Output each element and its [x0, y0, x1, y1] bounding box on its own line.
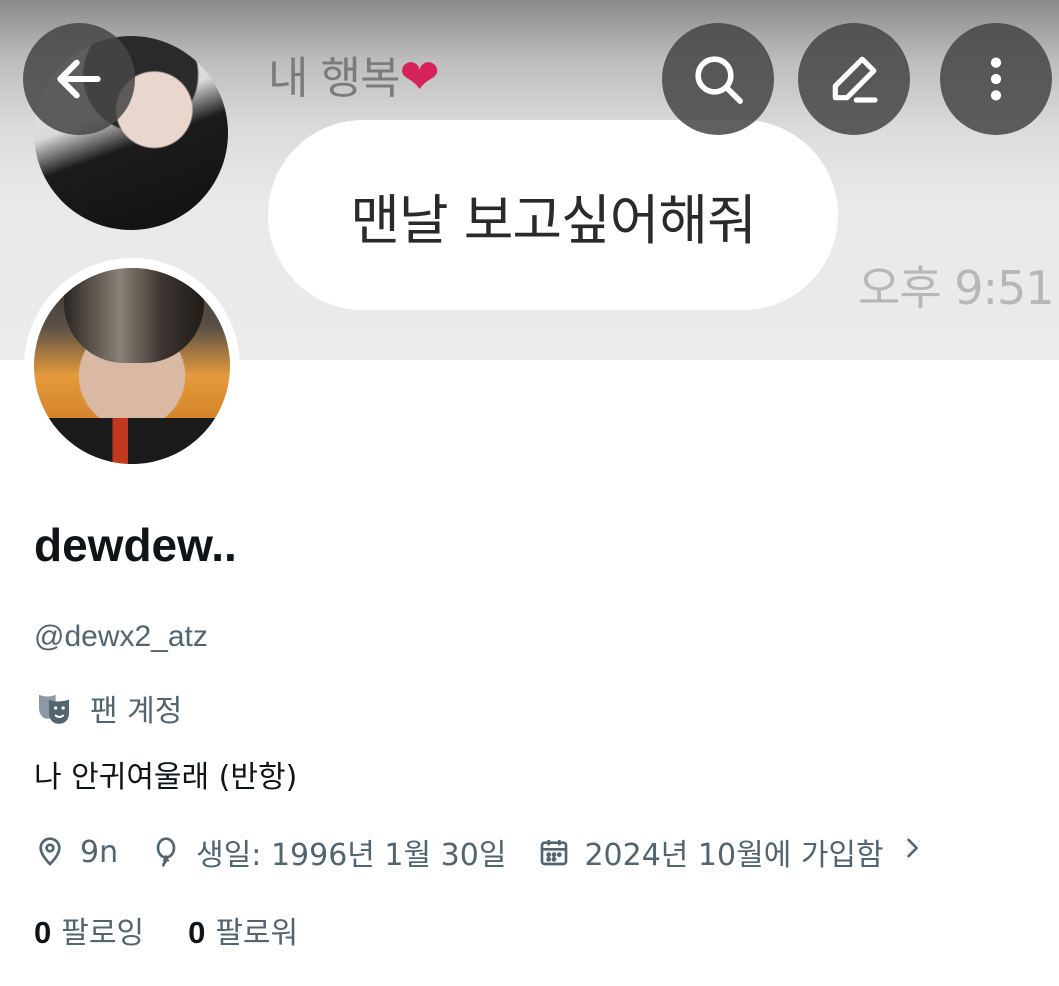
edit-button[interactable] — [798, 23, 910, 135]
arrow-left-icon — [57, 59, 101, 99]
following-count: 0 — [34, 915, 52, 950]
account-type-text: 팬 계정 — [90, 694, 183, 729]
bio: 나 안귀여울래 (반항) — [34, 760, 298, 795]
banner-chat-bubble: 맨날 보고싶어해줘 — [268, 120, 838, 310]
profile-avatar-ring[interactable] — [24, 258, 240, 474]
profile-meta-row: 9n 생일: 1996년 1월 30일 2024년 10월에 가입함 — [34, 830, 958, 874]
avatar-shirt — [34, 418, 230, 464]
chevron-right-icon[interactable] — [898, 834, 926, 870]
avatar[interactable] — [34, 268, 230, 464]
followers-link[interactable]: 0 팔로워 — [188, 908, 298, 952]
back-button[interactable] — [23, 23, 135, 135]
more-vertical-icon — [990, 57, 1002, 101]
banner-chat-sender-name: 내 행복 — [268, 53, 400, 104]
balloon-icon — [156, 837, 176, 867]
calendar-icon — [541, 840, 568, 866]
birthday: 생일: 1996년 1월 30일 — [150, 830, 506, 874]
join-date-text: 2024년 10월에 가입함 — [584, 838, 884, 873]
account-type-label: 팬 계정 — [34, 686, 182, 730]
banner-chat-time: 오후 9:51 — [858, 261, 1055, 315]
following-label: 팔로잉 — [61, 916, 145, 951]
location-text: 9n — [80, 834, 119, 870]
avatar-hair — [64, 268, 204, 363]
theater-mask-icon — [39, 694, 69, 724]
pencil-icon — [832, 56, 878, 103]
more-options-button[interactable] — [940, 23, 1052, 135]
banner-chat-message: 맨날 보고싶어해줘 — [350, 188, 757, 252]
location-pin-icon — [39, 837, 61, 866]
location: 9n — [34, 835, 118, 870]
display-name: dewdew.. — [34, 519, 237, 571]
birthday-text: 생일: 1996년 1월 30일 — [196, 838, 507, 873]
user-handle: @dewx2_atz — [34, 620, 208, 653]
following-link[interactable]: 0 팔로잉 — [34, 908, 144, 952]
followers-label: 팔로워 — [215, 916, 299, 951]
heart-icon: ❤ — [399, 49, 439, 105]
search-button[interactable] — [662, 23, 774, 135]
search-icon — [695, 56, 743, 104]
join-date[interactable]: 2024년 10월에 가입함 — [538, 830, 925, 874]
followers-count: 0 — [188, 915, 206, 950]
banner-chat-sender: 내 행복❤ — [268, 42, 440, 106]
follow-stats: 0 팔로잉 0 팔로워 — [34, 908, 342, 952]
